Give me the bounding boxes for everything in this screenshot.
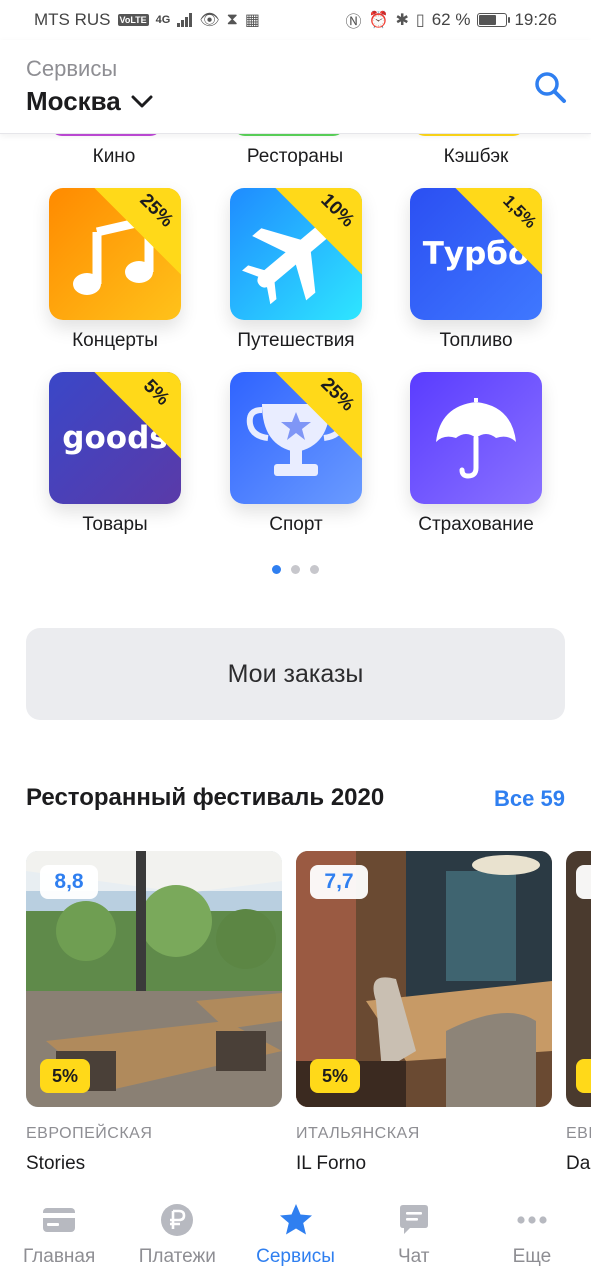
goods-tile-icon: goods 5% [49, 372, 181, 504]
restaurant-photo: 5 [566, 851, 591, 1107]
tile-label-restaurants[interactable]: Рестораны [205, 146, 385, 168]
cashback-tile-edge[interactable] [413, 134, 525, 136]
cuisine-label: ЕВРОПЕЙСКАЯ [26, 1125, 153, 1142]
kino-tile-edge[interactable] [50, 134, 162, 136]
discount-badge: 5% [310, 1059, 360, 1093]
alarm-icon: ⏰ [368, 12, 389, 29]
nav-item-more[interactable]: Еще [473, 1190, 591, 1280]
nav-label: Главная [22, 1246, 96, 1267]
section-title: Ресторанный фестиваль 2020 [26, 784, 385, 811]
restaurant-photo: 7,7 5% [296, 851, 552, 1107]
bluetooth-icon: ✱ [395, 12, 409, 29]
rating-badge: 7,7 [310, 865, 368, 899]
cuisine-label: ЕВР [566, 1125, 591, 1142]
restaurant-card[interactable]: 5 ЕВР Dar [566, 851, 591, 1181]
see-all-link[interactable]: Все 59 [494, 786, 565, 812]
nav-label: Еще [512, 1246, 552, 1267]
service-tile-fuel[interactable]: Турбо 1,5% Топливо [386, 188, 566, 360]
restaurant-card[interactable]: 8,8 5% ЕВРОПЕЙСКАЯ Stories [26, 851, 282, 1181]
tile-label-kino[interactable]: Кино [24, 146, 204, 168]
restaurant-photo: 8,8 5% [26, 851, 282, 1107]
nfc-icon: Ⓝ [345, 14, 362, 31]
discount-badge: 5 [576, 1059, 591, 1093]
tile-label: Спорт [269, 514, 323, 535]
status-bar: MTS RUS VoLTE 4G 👁 ⧗ ▦ Ⓝ ⏰ ✱ ▯ 62 % 19:2… [0, 0, 591, 40]
tile-label: Концерты [72, 330, 158, 351]
nav-label: Сервисы [256, 1246, 335, 1267]
restaurant-name: Dar [566, 1153, 591, 1174]
concerts-tile-icon: 25% [49, 188, 181, 320]
service-tile-insurance[interactable]: Страхование [386, 372, 566, 544]
service-tile-travel[interactable]: 10% Путешествия [206, 188, 386, 360]
my-orders-button[interactable]: Мои заказы [26, 628, 565, 720]
vibrate-icon: ▯ [415, 12, 425, 29]
city-name: Москва [26, 86, 121, 116]
calendar-icon: ▦ [244, 12, 261, 29]
network-type: 4G [155, 14, 171, 26]
nav-item-payments[interactable]: Платежи [118, 1190, 236, 1280]
chat-icon [399, 1205, 428, 1234]
page-dot[interactable] [291, 565, 300, 574]
nav-item-home[interactable]: Главная [0, 1190, 118, 1280]
app-header: Сервисы Москва [0, 40, 591, 134]
hourglass-icon: ⧗ [226, 11, 238, 28]
cuisine-label: ИТАЛЬЯНСКАЯ [296, 1125, 420, 1142]
page-dot[interactable] [310, 565, 319, 574]
city-selector[interactable]: Москва [26, 86, 153, 117]
tile-label: Путешествия [237, 330, 355, 351]
volte-icon: VoLTE [117, 14, 149, 26]
carrier-name: MTS RUS [34, 10, 111, 29]
service-tile-sport[interactable]: 25% Спорт [206, 372, 386, 544]
card-icon [43, 1208, 76, 1232]
rating-badge [576, 865, 591, 899]
bottom-nav: Главная Платежи Сервисы Чат Еще [0, 1190, 591, 1280]
restaurants-tile-edge[interactable] [233, 134, 345, 136]
service-tile-goods[interactable]: goods 5% Товары [25, 372, 205, 544]
tile-label: Топливо [439, 330, 513, 351]
tile-label: Страхование [418, 514, 534, 535]
tile-label-cashback[interactable]: Кэшбэк [386, 146, 566, 168]
fuel-tile-icon: Турбо 1,5% [410, 188, 542, 320]
service-tile-concerts[interactable]: 25% Концерты [25, 188, 205, 360]
discount-badge: 5% [40, 1059, 90, 1093]
battery-icon [477, 13, 511, 27]
travel-tile-icon: 10% [230, 188, 362, 320]
star-icon [279, 1204, 312, 1235]
chevron-down-icon [131, 95, 153, 107]
restaurant-name: Stories [26, 1153, 86, 1174]
nav-item-chat[interactable]: Чат [355, 1190, 473, 1280]
clock: 19:26 [514, 10, 557, 29]
umbrella-icon [436, 398, 516, 479]
battery-percent: 62 % [431, 10, 471, 29]
insurance-tile-icon [410, 372, 542, 504]
nav-label: Чат [397, 1246, 430, 1267]
search-icon[interactable] [533, 70, 567, 104]
nav-label: Платежи [138, 1246, 216, 1267]
nav-item-services[interactable]: Сервисы [236, 1190, 354, 1280]
eye-icon: 👁 [199, 12, 220, 29]
sport-tile-icon: 25% [230, 372, 362, 504]
header-subtitle: Сервисы [26, 56, 118, 81]
signal-icon [177, 13, 193, 27]
rating-badge: 8,8 [40, 865, 98, 899]
ruble-icon [161, 1204, 194, 1236]
restaurant-name: IL Forno [296, 1153, 367, 1174]
tile-label: Товары [82, 514, 148, 535]
services-row-partial: Кино Рестораны Кэшбэк [0, 134, 591, 180]
restaurant-card[interactable]: 7,7 5% ИТАЛЬЯНСКАЯ IL Forno [296, 851, 552, 1181]
pagination-dots [0, 565, 591, 574]
page-dot[interactable] [272, 565, 281, 574]
more-dots-icon [517, 1216, 547, 1224]
